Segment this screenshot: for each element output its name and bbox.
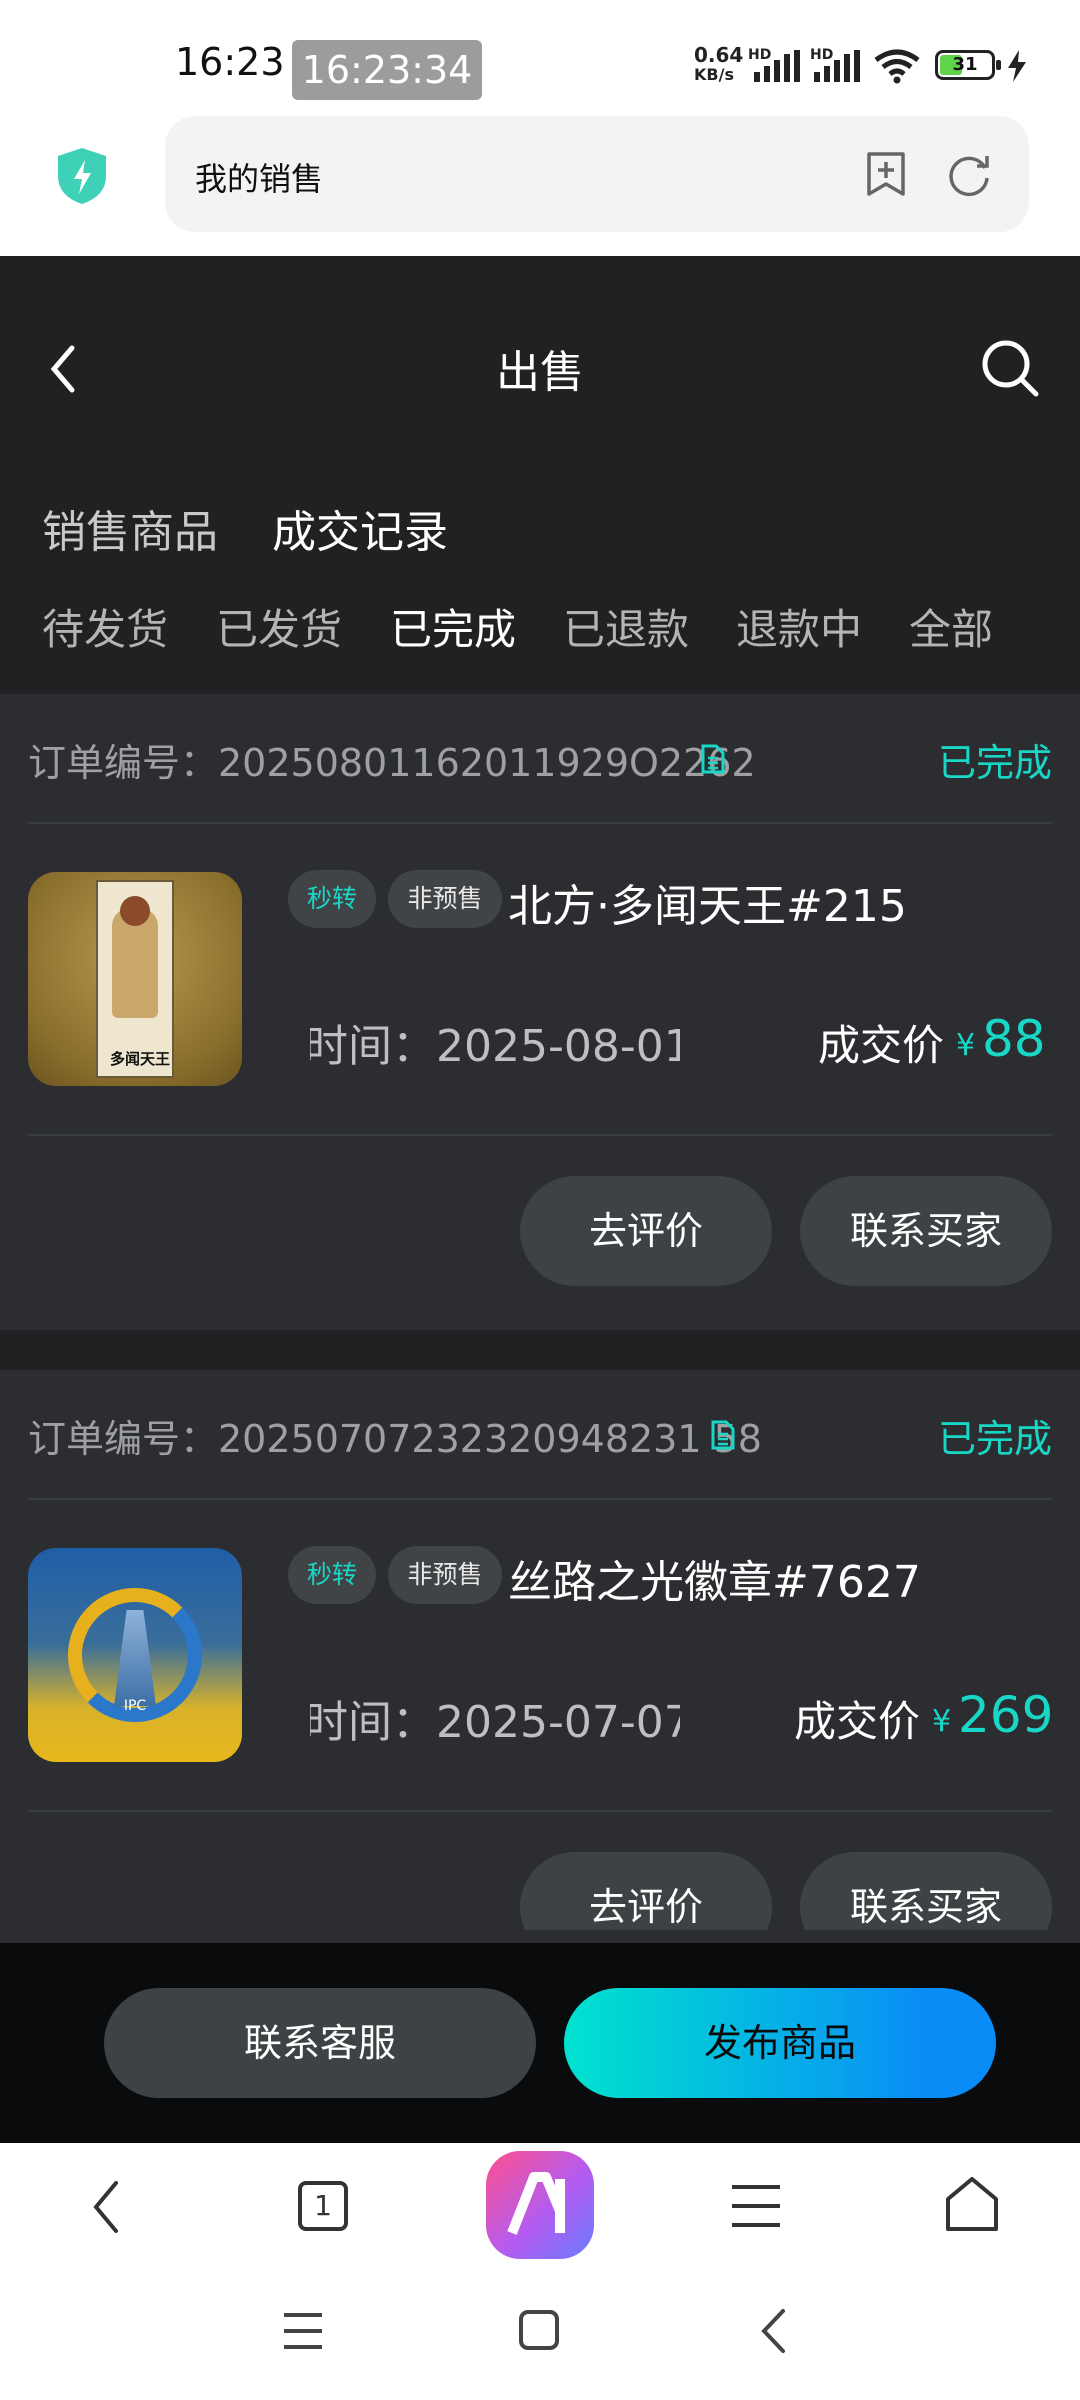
product-name[interactable]: 北方·多闻天王#215 xyxy=(508,870,907,934)
status-time: 16:23 xyxy=(175,40,285,84)
system-back-icon[interactable] xyxy=(758,2307,788,2355)
order-card: 订单编号：20250707232320948231 58 已完成 IPC 秒转 … xyxy=(0,1370,1080,1930)
battery-level: 31 xyxy=(952,54,978,75)
subtab-completed[interactable]: 已完成 xyxy=(390,596,516,657)
divider xyxy=(28,1134,1052,1136)
copy-icon[interactable] xyxy=(710,1420,736,1450)
home-icon[interactable] xyxy=(944,2175,1000,2233)
product-name[interactable]: 丝路之光徽章#7627 xyxy=(508,1546,921,1610)
transaction-time: 时间：2025-07-07 23:23 xyxy=(310,1697,680,1746)
product-image-caption: 多闻天王 xyxy=(109,1050,170,1068)
security-shield-icon[interactable] xyxy=(54,146,110,206)
battery-icon: 31 xyxy=(935,50,995,80)
contact-buyer-button[interactable]: 联系买家 xyxy=(800,1176,1052,1286)
browser-bar: 我的销售 xyxy=(0,110,1080,256)
currency-symbol: ¥ xyxy=(932,1704,952,1739)
browser-nav-bar: 1 xyxy=(0,2143,1080,2273)
badge-non-presale: 非预售 xyxy=(388,870,502,928)
recent-apps-icon[interactable] xyxy=(282,2311,324,2351)
time-overlay: 16:23:34 xyxy=(292,40,482,100)
subtab-shipped[interactable]: 已发货 xyxy=(216,596,342,657)
subtab-refunded[interactable]: 已退款 xyxy=(563,596,689,657)
badge-fast-transfer: 秒转 xyxy=(288,1546,376,1604)
page-title: 出售 xyxy=(496,347,584,398)
product-image-caption: IPC xyxy=(123,1698,147,1714)
app-content: 出售 销售商品 成交记录 待发货 已发货 已完成 已退款 退款中 全部 订单编号… xyxy=(0,256,1080,1943)
deal-price-label: 成交价 xyxy=(794,1697,921,1746)
menu-icon[interactable] xyxy=(730,2183,782,2229)
charging-icon xyxy=(1008,50,1026,82)
order-status: 已完成 xyxy=(937,1417,1052,1461)
refresh-icon[interactable] xyxy=(947,152,993,198)
status-bar: 16:23 16:23:34 0.64 KB/s HD HD 31 xyxy=(0,0,1080,110)
transaction-time-container: 时间：2025-08-01 16:20 xyxy=(310,1010,680,1070)
bottom-action-bar: 联系客服 发布商品 xyxy=(0,1943,1080,2143)
order-number: 订单编号：20250801162011929O2262 xyxy=(28,741,756,785)
tab-transactions[interactable]: 成交记录 xyxy=(272,496,448,560)
system-home-icon[interactable] xyxy=(518,2309,560,2351)
system-nav-bar xyxy=(0,2273,1080,2400)
subtab-refunding[interactable]: 退款中 xyxy=(736,596,862,657)
tabs-count-icon[interactable]: 1 xyxy=(298,2181,348,2231)
browser-back-icon[interactable] xyxy=(88,2179,122,2235)
badge-non-presale: 非预售 xyxy=(388,1546,502,1604)
contact-buyer-button[interactable]: 联系买家 xyxy=(800,1852,1052,1930)
review-button[interactable]: 去评价 xyxy=(520,1176,772,1286)
net-speed-unit: KB/s xyxy=(694,65,734,84)
divider xyxy=(28,1498,1052,1500)
product-image[interactable]: IPC xyxy=(28,1548,242,1762)
tab-sales-items[interactable]: 销售商品 xyxy=(42,496,218,560)
product-image[interactable]: 多闻天王 xyxy=(28,872,242,1086)
card-gap xyxy=(0,1330,1080,1370)
signal-icon-1 xyxy=(754,50,800,82)
net-speed: 0.64 xyxy=(694,43,744,67)
order-status: 已完成 xyxy=(937,741,1052,785)
publish-item-button[interactable]: 发布商品 xyxy=(564,1988,996,2098)
signal-icon-2 xyxy=(814,50,860,82)
wifi-icon xyxy=(874,49,920,84)
order-number: 订单编号：20250707232320948231 58 xyxy=(28,1417,762,1461)
contact-service-button[interactable]: 联系客服 xyxy=(104,1988,536,2098)
order-card: 订单编号：20250801162011929O2262 已完成 多闻天王 秒转 … xyxy=(0,694,1080,1330)
transaction-time-container: 时间：2025-07-07 23:23 xyxy=(310,1686,680,1746)
divider xyxy=(28,1810,1052,1812)
url-text[interactable]: 我的销售 xyxy=(195,154,323,200)
copy-icon[interactable] xyxy=(700,744,726,774)
add-bookmark-icon[interactable] xyxy=(865,150,907,198)
deal-price-label: 成交价 xyxy=(818,1021,945,1070)
subtab-all[interactable]: 全部 xyxy=(909,596,993,657)
search-icon[interactable] xyxy=(980,338,1040,398)
deal-price: 88 xyxy=(982,1010,1046,1068)
address-bar[interactable]: 我的销售 xyxy=(165,116,1029,232)
transaction-time: 时间：2025-08-01 16:20 xyxy=(310,1021,680,1070)
browser-ai-icon[interactable] xyxy=(486,2151,594,2259)
review-button[interactable]: 去评价 xyxy=(520,1852,772,1930)
divider xyxy=(28,822,1052,824)
app-header: 出售 销售商品 成交记录 待发货 已发货 已完成 已退款 退款中 全部 xyxy=(0,256,1080,694)
subtab-pending-shipment[interactable]: 待发货 xyxy=(42,596,168,657)
currency-symbol: ¥ xyxy=(956,1028,976,1063)
badge-fast-transfer: 秒转 xyxy=(288,870,376,928)
deal-price: 269 xyxy=(958,1686,1054,1744)
